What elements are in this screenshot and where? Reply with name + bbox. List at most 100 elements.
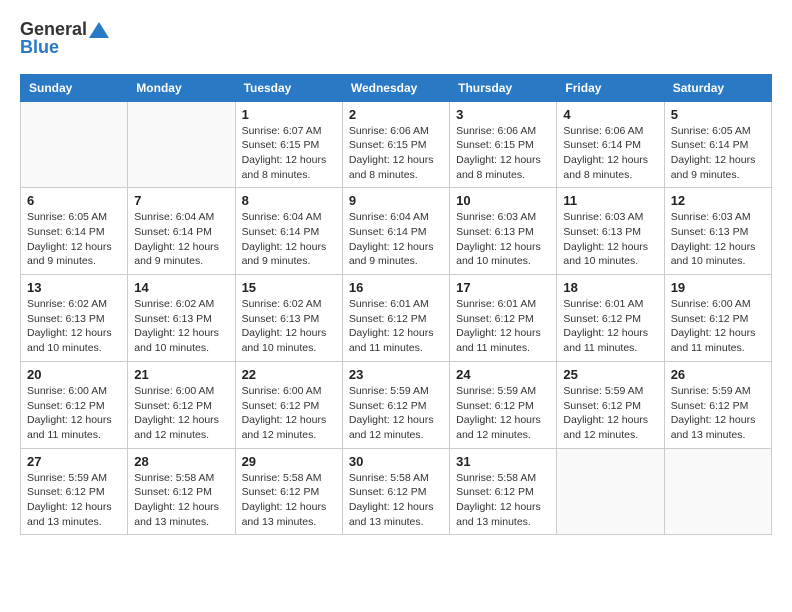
day-info: Sunrise: 6:00 AM Sunset: 6:12 PM Dayligh… xyxy=(242,384,336,443)
day-info: Sunrise: 6:06 AM Sunset: 6:14 PM Dayligh… xyxy=(563,124,657,183)
day-number: 16 xyxy=(349,280,443,295)
calendar-cell: 12 Sunrise: 6:03 AM Sunset: 6:13 PM Dayli… xyxy=(664,188,771,275)
calendar-cell: 9 Sunrise: 6:04 AM Sunset: 6:14 PM Daylig… xyxy=(342,188,449,275)
weekday-header-friday: Friday xyxy=(557,74,664,101)
calendar-cell: 14Sunrise: 6:02 AM Sunset: 6:13 PM Dayli… xyxy=(128,275,235,362)
weekday-header-sunday: Sunday xyxy=(21,74,128,101)
calendar-week-1: 1 Sunrise: 6:07 AM Sunset: 6:15 PM Daylig… xyxy=(21,101,772,188)
calendar-cell: 8 Sunrise: 6:04 AM Sunset: 6:14 PM Daylig… xyxy=(235,188,342,275)
day-number: 18 xyxy=(563,280,657,295)
calendar-week-5: 27 Sunrise: 5:59 AM Sunset: 6:12 PM Dayli… xyxy=(21,448,772,535)
calendar-cell: 4 Sunrise: 6:06 AM Sunset: 6:14 PM Daylig… xyxy=(557,101,664,188)
calendar-cell: 16 Sunrise: 6:01 AM Sunset: 6:12 PM Dayli… xyxy=(342,275,449,362)
day-number: 1 xyxy=(242,107,336,122)
day-number: 12 xyxy=(671,193,765,208)
calendar-cell xyxy=(128,101,235,188)
day-number: 9 xyxy=(349,193,443,208)
day-number: 8 xyxy=(242,193,336,208)
calendar-cell: 24 Sunrise: 5:59 AM Sunset: 6:12 PM Dayli… xyxy=(450,361,557,448)
calendar-cell: 20 Sunrise: 6:00 AM Sunset: 6:12 PM Dayli… xyxy=(21,361,128,448)
day-number: 31 xyxy=(456,454,550,469)
calendar-week-4: 20 Sunrise: 6:00 AM Sunset: 6:12 PM Dayli… xyxy=(21,361,772,448)
day-info: Sunrise: 6:02 AM Sunset: 6:13 PM Dayligh… xyxy=(27,297,121,356)
day-number: 21 xyxy=(134,367,228,382)
day-info: Sunrise: 6:01 AM Sunset: 6:12 PM Dayligh… xyxy=(349,297,443,356)
day-info: Sunrise: 6:04 AM Sunset: 6:14 PM Dayligh… xyxy=(242,210,336,269)
day-info: Sunrise: 6:02 AM Sunset: 6:13 PM Dayligh… xyxy=(242,297,336,356)
calendar-cell: 10 Sunrise: 6:03 AM Sunset: 6:13 PM Dayli… xyxy=(450,188,557,275)
day-number: 27 xyxy=(27,454,121,469)
day-number: 4 xyxy=(563,107,657,122)
calendar-cell: 19 Sunrise: 6:00 AM Sunset: 6:12 PM Dayli… xyxy=(664,275,771,362)
day-number: 24 xyxy=(456,367,550,382)
day-info: Sunrise: 6:06 AM Sunset: 6:15 PM Dayligh… xyxy=(349,124,443,183)
day-number: 10 xyxy=(456,193,550,208)
calendar-week-3: 13 Sunrise: 6:02 AM Sunset: 6:13 PM Dayli… xyxy=(21,275,772,362)
calendar-header-row: SundayMondayTuesdayWednesdayThursdayFrid… xyxy=(21,74,772,101)
weekday-header-saturday: Saturday xyxy=(664,74,771,101)
day-number: 14 xyxy=(134,280,228,295)
logo: General Blue xyxy=(20,20,109,58)
calendar-cell: 27 Sunrise: 5:59 AM Sunset: 6:12 PM Dayli… xyxy=(21,448,128,535)
day-number: 22 xyxy=(242,367,336,382)
day-number: 28 xyxy=(134,454,228,469)
calendar-cell: 17 Sunrise: 6:01 AM Sunset: 6:12 PM Dayli… xyxy=(450,275,557,362)
day-info: Sunrise: 6:03 AM Sunset: 6:13 PM Dayligh… xyxy=(563,210,657,269)
calendar-cell xyxy=(557,448,664,535)
day-info: Sunrise: 5:59 AM Sunset: 6:12 PM Dayligh… xyxy=(27,471,121,530)
calendar-cell: 23 Sunrise: 5:59 AM Sunset: 6:12 PM Dayli… xyxy=(342,361,449,448)
calendar-cell: 2 Sunrise: 6:06 AM Sunset: 6:15 PM Daylig… xyxy=(342,101,449,188)
day-info: Sunrise: 6:04 AM Sunset: 6:14 PM Dayligh… xyxy=(349,210,443,269)
day-number: 26 xyxy=(671,367,765,382)
day-number: 29 xyxy=(242,454,336,469)
day-info: Sunrise: 6:00 AM Sunset: 6:12 PM Dayligh… xyxy=(134,384,228,443)
day-info: Sunrise: 6:00 AM Sunset: 6:12 PM Dayligh… xyxy=(27,384,121,443)
weekday-header-thursday: Thursday xyxy=(450,74,557,101)
day-info: Sunrise: 6:06 AM Sunset: 6:15 PM Dayligh… xyxy=(456,124,550,183)
logo-icon xyxy=(89,22,109,38)
calendar-cell: 22 Sunrise: 6:00 AM Sunset: 6:12 PM Dayli… xyxy=(235,361,342,448)
calendar-cell: 31 Sunrise: 5:58 AM Sunset: 6:12 PM Dayli… xyxy=(450,448,557,535)
day-info: Sunrise: 6:05 AM Sunset: 6:14 PM Dayligh… xyxy=(671,124,765,183)
day-number: 23 xyxy=(349,367,443,382)
calendar-table: SundayMondayTuesdayWednesdayThursdayFrid… xyxy=(20,74,772,536)
day-info: Sunrise: 5:58 AM Sunset: 6:12 PM Dayligh… xyxy=(242,471,336,530)
day-info: Sunrise: 6:01 AM Sunset: 6:12 PM Dayligh… xyxy=(563,297,657,356)
calendar-cell: 30Sunrise: 5:58 AM Sunset: 6:12 PM Dayli… xyxy=(342,448,449,535)
day-number: 11 xyxy=(563,193,657,208)
day-info: Sunrise: 5:59 AM Sunset: 6:12 PM Dayligh… xyxy=(349,384,443,443)
calendar-cell xyxy=(21,101,128,188)
day-info: Sunrise: 6:00 AM Sunset: 6:12 PM Dayligh… xyxy=(671,297,765,356)
weekday-header-tuesday: Tuesday xyxy=(235,74,342,101)
day-info: Sunrise: 5:59 AM Sunset: 6:12 PM Dayligh… xyxy=(456,384,550,443)
logo-blue-text: Blue xyxy=(20,38,59,58)
calendar-cell: 25 Sunrise: 5:59 AM Sunset: 6:12 PM Dayli… xyxy=(557,361,664,448)
day-info: Sunrise: 5:58 AM Sunset: 6:12 PM Dayligh… xyxy=(349,471,443,530)
day-number: 19 xyxy=(671,280,765,295)
day-info: Sunrise: 6:01 AM Sunset: 6:12 PM Dayligh… xyxy=(456,297,550,356)
day-number: 20 xyxy=(27,367,121,382)
day-number: 6 xyxy=(27,193,121,208)
day-info: Sunrise: 6:03 AM Sunset: 6:13 PM Dayligh… xyxy=(456,210,550,269)
day-info: Sunrise: 6:03 AM Sunset: 6:13 PM Dayligh… xyxy=(671,210,765,269)
calendar-cell: 1 Sunrise: 6:07 AM Sunset: 6:15 PM Daylig… xyxy=(235,101,342,188)
day-info: Sunrise: 6:05 AM Sunset: 6:14 PM Dayligh… xyxy=(27,210,121,269)
day-number: 25 xyxy=(563,367,657,382)
calendar-cell: 21 Sunrise: 6:00 AM Sunset: 6:12 PM Dayli… xyxy=(128,361,235,448)
page-header: General Blue xyxy=(20,20,772,58)
day-number: 3 xyxy=(456,107,550,122)
day-number: 15 xyxy=(242,280,336,295)
day-number: 5 xyxy=(671,107,765,122)
calendar-cell: 29 Sunrise: 5:58 AM Sunset: 6:12 PM Dayli… xyxy=(235,448,342,535)
calendar-cell: 11 Sunrise: 6:03 AM Sunset: 6:13 PM Dayli… xyxy=(557,188,664,275)
day-number: 17 xyxy=(456,280,550,295)
day-info: Sunrise: 6:07 AM Sunset: 6:15 PM Dayligh… xyxy=(242,124,336,183)
calendar-cell: 28Sunrise: 5:58 AM Sunset: 6:12 PM Dayli… xyxy=(128,448,235,535)
calendar-cell: 13 Sunrise: 6:02 AM Sunset: 6:13 PM Dayli… xyxy=(21,275,128,362)
day-info: Sunrise: 5:59 AM Sunset: 6:12 PM Dayligh… xyxy=(563,384,657,443)
day-info: Sunrise: 5:58 AM Sunset: 6:12 PM Dayligh… xyxy=(456,471,550,530)
day-number: 13 xyxy=(27,280,121,295)
day-number: 2 xyxy=(349,107,443,122)
weekday-header-wednesday: Wednesday xyxy=(342,74,449,101)
day-info: Sunrise: 5:59 AM Sunset: 6:12 PM Dayligh… xyxy=(671,384,765,443)
